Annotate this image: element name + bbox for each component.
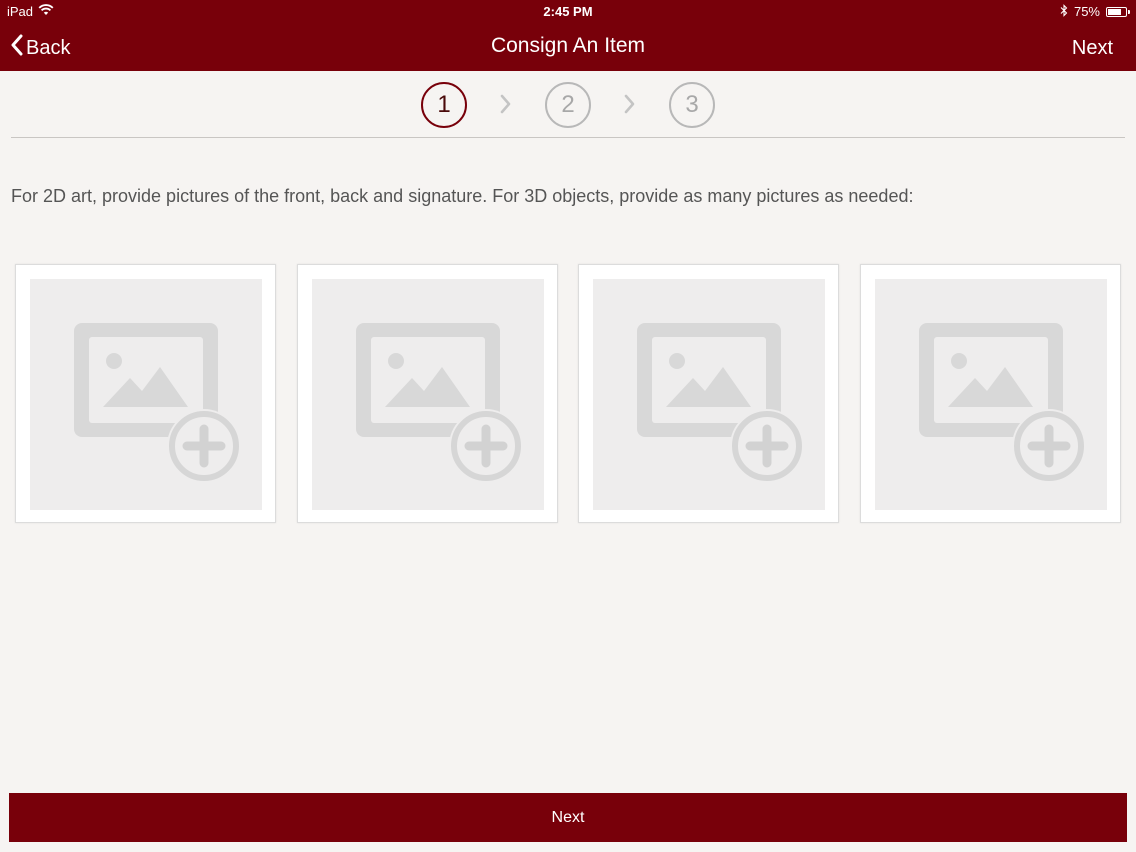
status-time: 2:45 PM <box>543 4 593 19</box>
add-photo-icon <box>919 323 1086 483</box>
photo-placeholder <box>312 279 544 510</box>
photo-slot-3[interactable] <box>578 264 839 523</box>
photo-placeholder <box>593 279 825 510</box>
step-2: 2 <box>545 82 591 128</box>
instruction-text: For 2D art, provide pictures of the fron… <box>11 186 914 206</box>
navigation-bar: iPad 2:45 PM 75% Back Consign An Item Ne… <box>0 0 1136 71</box>
battery-percent: 75% <box>1073 4 1100 19</box>
step-indicator: 1 2 3 <box>0 82 1136 128</box>
photo-slot-2[interactable] <box>297 264 558 523</box>
step-3: 3 <box>669 82 715 128</box>
nav-next-button[interactable]: Next <box>1072 37 1113 60</box>
chevron-right-icon <box>623 92 637 121</box>
page-title: Consign An Item <box>490 34 646 57</box>
photo-slot-4[interactable] <box>860 264 1121 523</box>
add-photo-icon <box>356 323 523 483</box>
battery-fill <box>1108 9 1121 15</box>
add-photo-icon <box>637 323 804 483</box>
photo-slot-1[interactable] <box>15 264 276 523</box>
bluetooth-icon <box>1060 3 1068 21</box>
photo-placeholder <box>30 279 262 510</box>
next-button[interactable]: Next <box>9 793 1127 842</box>
add-photo-icon <box>74 323 241 483</box>
photo-placeholder <box>875 279 1107 510</box>
status-right: 75% <box>1060 3 1130 21</box>
battery-icon <box>1106 7 1130 17</box>
divider <box>11 137 1125 138</box>
step-1: 1 <box>421 82 467 128</box>
chevron-right-icon <box>499 92 513 121</box>
